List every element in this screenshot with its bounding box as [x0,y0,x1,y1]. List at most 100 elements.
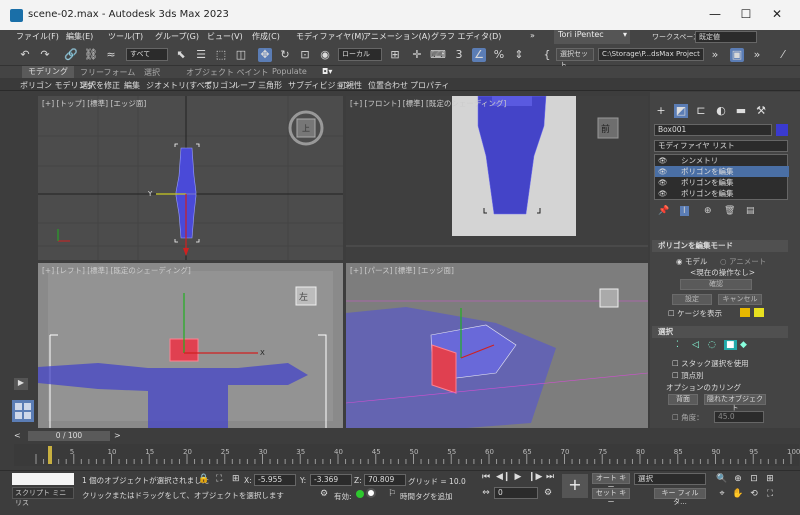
selection-filter-select[interactable]: すべて [126,48,168,61]
viewport-layout-icon[interactable] [12,400,34,422]
orbit-icon[interactable]: ⟲ [748,489,760,501]
save-scene-icon[interactable]: ▣ [730,48,744,62]
ribbon-options-icon[interactable]: ◘▾ [322,67,332,76]
zoom-all-icon[interactable]: ⊕ [732,474,744,486]
zoom-extents-icon[interactable]: ⊡ [748,474,760,486]
select-object-icon[interactable]: ⬉ [174,48,188,62]
stack-item[interactable]: 👁 シンメトリ [655,155,789,166]
motion-tab-icon[interactable]: ◐ [714,104,728,118]
modify-tab-icon[interactable]: ◩ [674,104,688,118]
object-name-input[interactable]: Box001 [654,124,772,136]
element-icon[interactable]: ◆ [740,340,747,350]
redo-icon[interactable]: ↷ [38,48,52,62]
rollout-selection[interactable]: 選択 [652,326,788,338]
key-filters-button[interactable]: キー フィルタ... [654,488,706,506]
rect-selection-icon[interactable]: ⬚ [214,48,228,62]
z-coordinate-field[interactable]: 70.809 [364,474,406,486]
ribbon-item[interactable]: プロパティ [410,80,450,91]
go-to-start-icon[interactable]: ⏮ [480,472,492,484]
tab-modeling[interactable]: モデリング [22,66,74,78]
menu-create[interactable]: 作成(C) [252,31,280,42]
maxscript-mini-listener[interactable]: スクリプト ミニ リス [12,487,74,507]
occluded-button[interactable]: 隠れたオブジェクト [704,394,766,412]
field-of-view-icon[interactable]: ⌖ [716,489,728,501]
viewport-label[interactable]: [+] [フロント] [標準] [既定のシェーディング] [350,98,506,109]
select-manipulate-icon[interactable]: ✛ [410,48,424,62]
maximize-button[interactable]: ☐ [737,7,755,23]
pivot-center-icon[interactable]: ⊞ [388,48,402,62]
time-config-icon[interactable]: ⚙ [542,488,554,500]
user-account-dropdown[interactable]: Tori iPentec ▾ [554,30,630,44]
edit-named-sets-icon[interactable]: { [540,48,554,62]
maxscript-listener[interactable] [12,473,74,485]
key-mode-icon[interactable]: ⇔ [480,488,492,500]
key-mode-select[interactable]: 選択 [634,473,706,485]
named-selection-set[interactable]: 選択セット [556,48,594,69]
show-end-result-icon[interactable]: Ⅰ [680,206,689,216]
minimize-button[interactable]: — [706,7,724,23]
set-key-icon[interactable]: + [562,474,588,498]
y-coordinate-field[interactable]: -3.369 [310,474,352,486]
ribbon-item[interactable]: ループ [232,80,256,91]
menu-graph-editors[interactable]: グラフ エディタ(D) [431,31,501,42]
workspace-select[interactable]: 既定値 [695,31,757,43]
next-frame-icon[interactable]: > [114,431,121,440]
menu-animation[interactable]: アニメーション(A) [363,31,430,42]
rotate-icon[interactable]: ↻ [278,48,292,62]
stack-item[interactable]: 👁 ポリゴンを編集 [655,177,789,188]
keyboard-shortcut-icon[interactable]: ⌨ [430,48,446,62]
eye-icon[interactable]: 👁 [658,166,668,177]
play-icon[interactable]: ▶ [512,472,524,484]
snaps-toggle-icon[interactable]: 3 [452,48,466,62]
eye-icon[interactable]: 👁 [658,177,668,188]
object-color-swatch[interactable] [776,124,788,136]
prev-frame-icon[interactable]: < [14,431,21,440]
eye-icon[interactable]: 👁 [658,155,668,166]
stack-item[interactable]: 👁 ポリゴンを編集 [655,166,789,177]
previous-frame-icon[interactable]: ◀❙ [496,472,510,484]
view-cube-label[interactable]: 前 [601,123,610,135]
backface-button[interactable]: 背面 [668,394,698,405]
tab-populate[interactable]: Populate [272,67,307,76]
isolate-icon[interactable]: ⛶ [216,474,222,484]
tab-object-paint[interactable]: オブジェクト ペイント [186,67,269,78]
lock-selection-icon[interactable]: 🔒 [198,474,209,484]
viewport-label[interactable]: [+] [パース] [標準] [エッジ面] [350,265,454,276]
frame-input[interactable]: 0 [494,487,538,499]
tab-freeform[interactable]: フリーフォーム [80,67,135,78]
radio-animate[interactable]: ○ アニメート [720,256,766,267]
maximize-viewport-icon[interactable]: ⛶ [764,489,776,501]
polygon-icon[interactable]: ■ [724,340,737,350]
percent-snap-icon[interactable]: % [492,48,506,62]
menu-modifiers[interactable]: モディファイヤ(M) [296,31,364,42]
configure-sets-icon[interactable]: ▤ [746,206,755,216]
pan-icon[interactable]: ✋ [732,489,744,501]
go-to-end-icon[interactable]: ⏭ [544,472,556,484]
overflow-icon[interactable]: » [708,48,722,62]
viewport-label[interactable]: [+] [レフト] [標準] [既定のシェーディング] [42,265,191,276]
scale-icon[interactable]: ⊡ [298,48,312,62]
cage-color-swatch[interactable] [740,308,750,317]
make-unique-icon[interactable]: ⊕ [704,206,712,216]
cage-selected-color-swatch[interactable] [754,308,764,317]
spinner-snap-icon[interactable]: ⇕ [512,48,526,62]
menu-edit[interactable]: 編集(E) [66,31,93,42]
project-folder-select[interactable]: C:\Storage\P...dsMax Project [598,48,704,61]
viewport-left[interactable]: X 左 [+] [レフト] [標準] [既定のシェーディング] [38,263,343,428]
hierarchy-tab-icon[interactable]: ⊏ [694,104,708,118]
rollout-edit-mode[interactable]: ポリゴンを編集モード [652,240,788,252]
edge-icon[interactable]: ◁ [692,340,699,350]
menu-view[interactable]: ビュー(V) [207,31,243,42]
menu-file[interactable]: ファイル(F) [16,31,59,42]
display-tab-icon[interactable]: ▬ [734,104,748,118]
modifier-list-select[interactable]: モディファイヤ リスト [654,140,788,152]
close-button[interactable]: ✕ [768,7,786,23]
overflow-icon-2[interactable]: » [750,48,764,62]
menu-overflow[interactable]: » [530,31,535,40]
select-by-name-icon[interactable]: ☰ [194,48,208,62]
tab-selection[interactable]: 選択 [144,67,160,78]
angle-checkbox[interactable]: ☐ 角度： [672,412,704,423]
show-cage-checkbox[interactable]: ☐ ケージを表示 [668,308,722,319]
menu-group[interactable]: グループ(G) [155,31,199,42]
x-coordinate-field[interactable]: -5.955 [254,474,296,486]
